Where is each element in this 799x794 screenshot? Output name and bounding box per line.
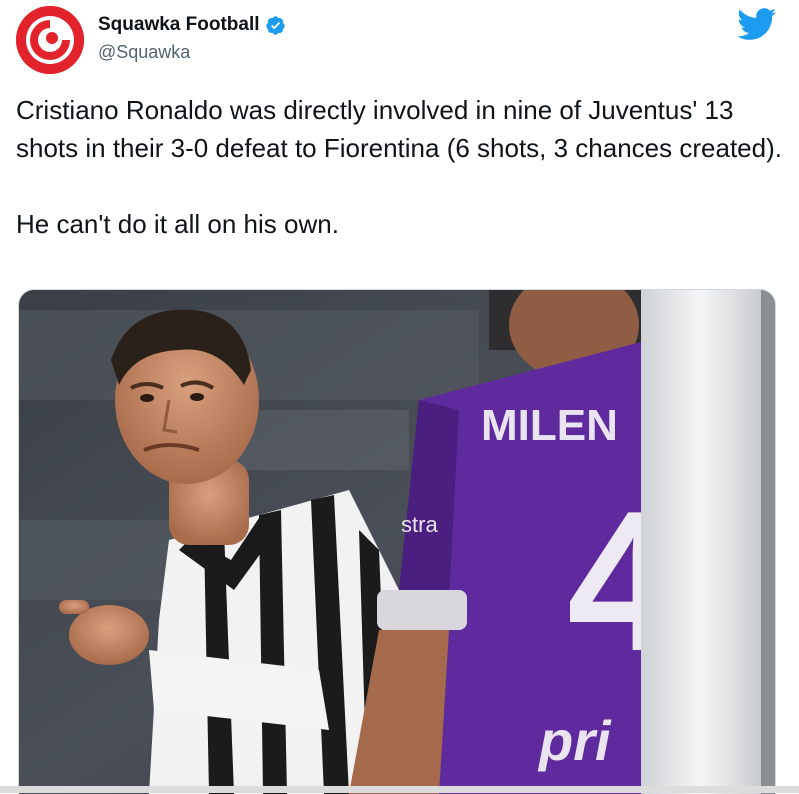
author-name-row: Squawka Football [98,13,286,37]
twitter-bird-icon[interactable] [737,8,777,41]
tweet-text: Cristiano Ronaldo was directly involved … [16,91,786,243]
scrollbar-track[interactable] [0,786,799,793]
shirt-name: MILEN [481,401,618,450]
tweet-photo[interactable]: MILEN 4 pri stra [18,289,776,794]
shirt-sponsor: pri [537,709,612,772]
display-name[interactable]: Squawka Football [98,14,260,36]
football-photo: MILEN 4 pri stra [19,290,775,794]
author-handle[interactable]: @Squawka [98,42,190,63]
tweet-paragraph-2: He can't do it all on his own. [16,209,339,239]
squawka-logo-icon [16,6,84,74]
tweet-paragraph-1: Cristiano Ronaldo was directly involved … [16,95,782,163]
sleeve-text: stra [401,512,438,537]
verified-badge-icon [265,15,285,35]
avatar[interactable] [16,6,84,74]
